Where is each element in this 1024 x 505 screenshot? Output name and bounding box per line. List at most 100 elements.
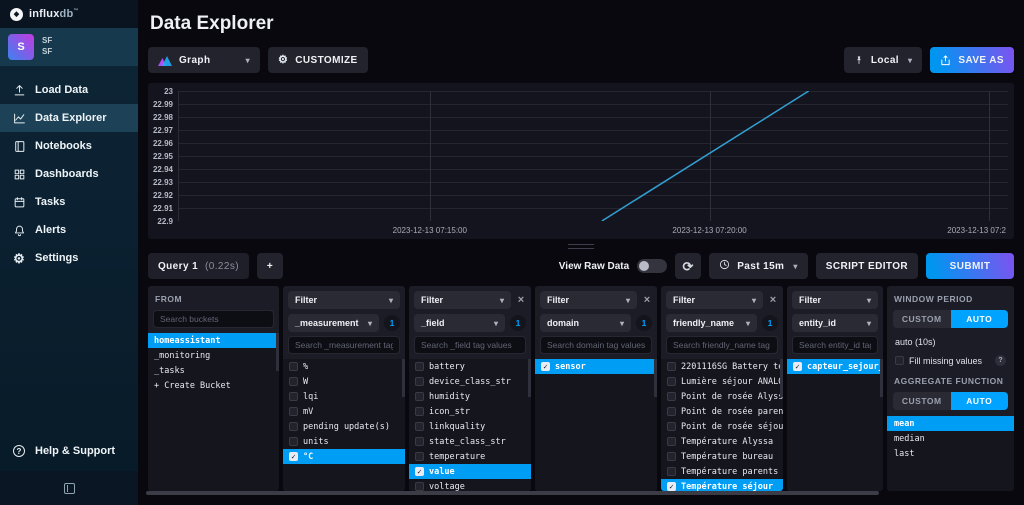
checkbox-checked[interactable]: ✓ <box>289 452 298 461</box>
tag-value-row[interactable]: Température Alyssa <box>661 434 783 449</box>
tag-key-dropdown[interactable]: domain ▾ <box>540 314 631 332</box>
chart-plot[interactable] <box>178 91 1008 221</box>
tag-value-row[interactable]: ✓ sensor <box>535 359 657 374</box>
sidebar-item-notebooks[interactable]: Notebooks <box>0 132 138 160</box>
filter-type-dropdown[interactable]: Filter ▾ <box>666 291 763 309</box>
query-tab[interactable]: Query 1 (0.22s) <box>148 253 249 279</box>
location-dropdown[interactable]: Local ▾ <box>843 47 923 73</box>
checkbox[interactable] <box>289 392 298 401</box>
checkbox[interactable] <box>289 377 298 386</box>
tag-value-row[interactable]: units <box>283 434 405 449</box>
filter-type-dropdown[interactable]: Filter ▾ <box>540 291 637 309</box>
customize-button[interactable]: ⚙ CUSTOMIZE <box>268 47 368 73</box>
fill-missing-values-row[interactable]: Fill missing values ? <box>895 355 1006 366</box>
tag-value-row[interactable]: pending update(s) <box>283 419 405 434</box>
tag-value-row[interactable]: W <box>283 374 405 389</box>
filter-type-dropdown[interactable]: Filter ▾ <box>288 291 400 309</box>
sidebar-item-settings[interactable]: ⚙ Settings <box>0 244 138 272</box>
horizontal-scrollbar[interactable] <box>146 491 879 495</box>
checkbox[interactable] <box>667 392 676 401</box>
tag-value-search-input[interactable] <box>792 336 878 354</box>
checkbox[interactable] <box>289 422 298 431</box>
bucket-item[interactable]: _monitoring <box>148 348 279 363</box>
checkbox[interactable] <box>667 467 676 476</box>
checkbox-checked[interactable]: ✓ <box>415 467 424 476</box>
checkbox[interactable] <box>289 437 298 446</box>
checkbox[interactable] <box>289 362 298 371</box>
tag-value-search-input[interactable] <box>414 336 526 354</box>
checkbox[interactable] <box>415 377 424 386</box>
bucket-item[interactable]: _tasks <box>148 363 279 378</box>
create-bucket-button[interactable]: + Create Bucket <box>148 378 279 393</box>
aggregate-function-row[interactable]: median <box>887 431 1014 446</box>
checkbox[interactable] <box>415 392 424 401</box>
sidebar-item-dashboards[interactable]: Dashboards <box>0 160 138 188</box>
tag-key-dropdown[interactable]: _measurement ▾ <box>288 314 379 332</box>
checkbox[interactable] <box>667 437 676 446</box>
aggregate-function-row[interactable]: mean <box>887 416 1014 431</box>
tag-value-row[interactable]: battery <box>409 359 531 374</box>
checkbox[interactable] <box>667 407 676 416</box>
tag-value-row[interactable]: ✓ value <box>409 464 531 479</box>
checkbox[interactable] <box>415 422 424 431</box>
checkbox[interactable] <box>289 407 298 416</box>
close-icon[interactable]: × <box>516 294 526 306</box>
view-type-dropdown[interactable]: Graph ▾ <box>148 47 260 73</box>
script-editor-button[interactable]: SCRIPT EDITOR <box>815 253 918 279</box>
view-raw-data-toggle[interactable] <box>637 259 668 273</box>
brand-row[interactable]: ◆ influxdb™ <box>0 0 138 28</box>
tag-value-row[interactable]: humidity <box>409 389 531 404</box>
tag-value-row[interactable]: Lumière séjour ANALOG… <box>661 374 783 389</box>
checkbox[interactable] <box>415 407 424 416</box>
checkbox-checked[interactable]: ✓ <box>541 362 550 371</box>
checkbox[interactable] <box>415 362 424 371</box>
tag-value-row[interactable]: Point de rosée Alyssa <box>661 389 783 404</box>
tag-value-search-input[interactable] <box>540 336 652 354</box>
help-icon[interactable]: ? <box>995 355 1006 366</box>
tag-value-row[interactable]: icon_str <box>409 404 531 419</box>
sidebar-item-tasks[interactable]: Tasks <box>0 188 138 216</box>
tag-value-row[interactable]: Point de rosée parents <box>661 404 783 419</box>
resize-handle[interactable] <box>568 243 594 249</box>
sidebar-item-data-explorer[interactable]: Data Explorer <box>0 104 138 132</box>
tag-value-row[interactable]: lqi <box>283 389 405 404</box>
checkbox[interactable] <box>415 437 424 446</box>
close-icon[interactable]: × <box>768 294 778 306</box>
bucket-search-input[interactable] <box>153 310 274 328</box>
tag-value-search-input[interactable] <box>666 336 778 354</box>
checkbox[interactable] <box>415 482 424 491</box>
tag-value-row[interactable]: Température parents <box>661 464 783 479</box>
checkbox[interactable] <box>415 452 424 461</box>
sidebar-item-help-support[interactable]: ? Help & Support <box>0 437 138 465</box>
tag-value-search-input[interactable] <box>288 336 400 354</box>
checkbox[interactable] <box>667 452 676 461</box>
aggregate-custom-button[interactable]: CUSTOM <box>893 392 951 410</box>
tag-key-dropdown[interactable]: _field ▾ <box>414 314 505 332</box>
checkbox-checked[interactable]: ✓ <box>667 482 676 491</box>
sidebar-item-load-data[interactable]: Load Data <box>0 76 138 104</box>
collapse-sidebar-icon[interactable] <box>63 482 75 494</box>
aggregate-function-row[interactable]: last <box>887 446 1014 461</box>
filter-type-dropdown[interactable]: Filter ▾ <box>792 291 878 309</box>
tag-value-row[interactable]: ✓ Température séjour <box>661 479 783 491</box>
add-query-button[interactable]: + <box>256 253 283 279</box>
tag-value-row[interactable]: mV <box>283 404 405 419</box>
save-as-button[interactable]: SAVE AS <box>930 47 1014 73</box>
close-icon[interactable]: × <box>642 294 652 306</box>
submit-button[interactable]: SUBMIT <box>926 253 1014 279</box>
checkbox[interactable] <box>667 377 676 386</box>
checkbox[interactable] <box>895 356 904 365</box>
tag-value-row[interactable]: linkquality <box>409 419 531 434</box>
tag-value-row[interactable]: ✓capteur_sejour_am22 <box>787 359 883 374</box>
filter-type-dropdown[interactable]: Filter ▾ <box>414 291 511 309</box>
bucket-item[interactable]: homeassistant <box>148 333 279 348</box>
checkbox-checked[interactable]: ✓ <box>793 362 802 371</box>
aggregate-auto-button[interactable]: AUTO <box>950 392 1008 410</box>
checkbox[interactable] <box>667 362 676 371</box>
tag-value-row[interactable]: voltage <box>409 479 531 491</box>
time-range-dropdown[interactable]: Past 15m ▾ <box>709 253 808 279</box>
tag-value-row[interactable]: Température bureau <box>661 449 783 464</box>
account-switcher[interactable]: S SF SF <box>0 28 138 66</box>
tag-key-dropdown[interactable]: entity_id ▾ <box>792 314 878 332</box>
refresh-button[interactable]: ⟳ <box>675 253 702 279</box>
